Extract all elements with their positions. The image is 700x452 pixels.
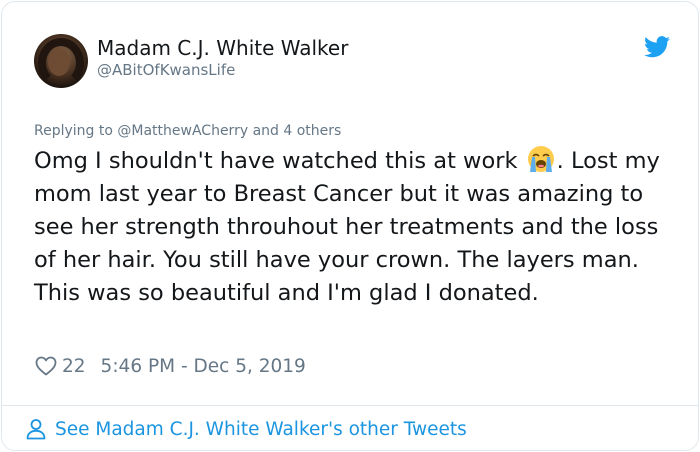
tweet-text: Omg I shouldn't have watched this at wor…: [34, 144, 674, 310]
tweet-meta: 22 5:46 PM - Dec 5, 2019: [34, 352, 306, 380]
replying-to: Replying to @MatthewACherry and 4 others: [34, 123, 341, 139]
like-count[interactable]: 22: [62, 356, 86, 377]
reply-others-link[interactable]: and 4 others: [253, 123, 342, 139]
divider: [2, 405, 698, 406]
avatar[interactable]: [34, 34, 88, 88]
tweet-timestamp[interactable]: 5:46 PM - Dec 5, 2019: [101, 356, 306, 377]
loudly-crying-face-icon: [527, 146, 554, 172]
person-icon: [26, 419, 46, 440]
author-name[interactable]: Madam C.J. White Walker: [97, 36, 348, 60]
author-handle[interactable]: @ABitOfKwansLife: [97, 61, 235, 79]
see-other-tweets-link[interactable]: See Madam C.J. White Walker's other Twee…: [24, 415, 467, 443]
tweet-card: Madam C.J. White Walker @ABitOfKwansLife…: [1, 1, 699, 451]
avatar-face: [48, 48, 70, 76]
heart-icon[interactable]: [34, 354, 58, 378]
reply-prefix: Replying to: [34, 123, 113, 139]
twitter-bird-icon[interactable]: [644, 36, 670, 58]
tweet-text-part-1: Omg I shouldn't have watched this at wor…: [34, 148, 525, 174]
see-other-tweets-label: See Madam C.J. White Walker's other Twee…: [55, 418, 467, 440]
reply-mention-link[interactable]: @MatthewACherry: [117, 123, 248, 139]
